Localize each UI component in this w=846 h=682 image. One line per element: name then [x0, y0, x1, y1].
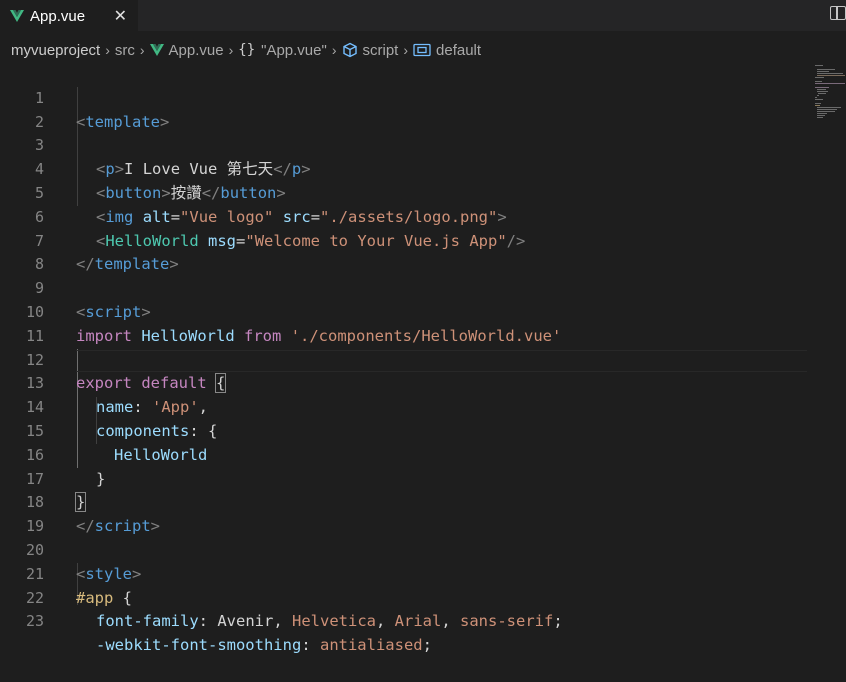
code-line-4: 4 <button>按讚</button>	[0, 134, 846, 202]
code-line-8: 8	[0, 230, 846, 273]
breadcrumb-folder[interactable]: src	[115, 42, 135, 59]
code-editor[interactable]: 1 <template> 2 3 <p>I Love Vue 第七天</p> 4…	[0, 63, 846, 654]
chevron-right-icon: ›	[403, 42, 409, 58]
code-line-7: 7 </template>	[0, 206, 846, 274]
code-line-1: 1 <template>	[0, 63, 846, 131]
code-line-19: 19	[0, 491, 846, 535]
vue-file-icon	[149, 44, 164, 56]
chevron-right-icon: ›	[331, 42, 337, 58]
breadcrumb-file-label: App.vue	[168, 41, 224, 59]
code-line-11: 11	[0, 301, 846, 345]
code-line-10: 10 import HelloWorld from './components/…	[0, 277, 846, 345]
line-number: 23	[25, 612, 44, 631]
breadcrumb-section[interactable]: {} "App.vue"	[238, 42, 327, 59]
tab-label: App.vue	[30, 7, 86, 25]
breadcrumb-script[interactable]: script	[342, 41, 399, 59]
variable-icon	[413, 43, 431, 57]
tab-app-vue[interactable]: App.vue ✕	[0, 0, 138, 31]
breadcrumb-default[interactable]: default	[413, 42, 481, 59]
code-line-23: 23 -webkit-font-smoothing: antialiased;	[0, 587, 846, 654]
close-icon[interactable]: ✕	[114, 6, 127, 25]
code-line-9: 9 <script>	[0, 253, 846, 321]
code-line-12: 12 export default {	[0, 325, 846, 394]
breadcrumb-default-label: default	[436, 41, 482, 59]
code-line-3: 3 <p>I Love Vue 第七天</p>	[0, 111, 846, 178]
chevron-right-icon: ›	[139, 42, 145, 58]
code-line-18: 18 </script>	[0, 468, 846, 535]
braces-icon: {}	[238, 42, 256, 58]
code-line-14: 14 components: {	[0, 372, 846, 440]
chevron-right-icon: ›	[228, 42, 234, 58]
code-line-22: 22 font-family: Avenir, Helvetica, Arial…	[0, 563, 846, 631]
module-cube-icon	[342, 42, 357, 58]
breadcrumb-file[interactable]: App.vue	[149, 41, 224, 59]
chevron-right-icon: ›	[105, 42, 110, 58]
tab-bar: App.vue ✕	[0, 0, 846, 31]
code-line-15: 15 HelloWorld	[0, 396, 846, 464]
code-line-5: 5 <img alt="Vue logo" src="./assets/logo…	[0, 158, 846, 226]
code-line-16: 16 }	[0, 420, 846, 488]
code-line-20: 20 <style>	[0, 515, 846, 583]
breadcrumb-script-label: script	[362, 41, 399, 59]
code-line-13: 13 name: 'App',	[0, 349, 846, 416]
code-line-21: 21 #app {	[0, 539, 846, 607]
code-line-6: 6 <HelloWorld msg="Welcome to Your Vue.j…	[0, 182, 846, 250]
breadcrumb-project[interactable]: myvueproject	[11, 42, 100, 59]
code-line-17: 17 }	[0, 444, 846, 513]
vue-file-icon	[10, 10, 24, 22]
breadcrumb-section-label: "App.vue"	[261, 41, 327, 59]
minimap[interactable]	[815, 63, 845, 123]
code-line-2: 2	[0, 87, 846, 131]
split-editor-icon[interactable]	[830, 6, 846, 20]
